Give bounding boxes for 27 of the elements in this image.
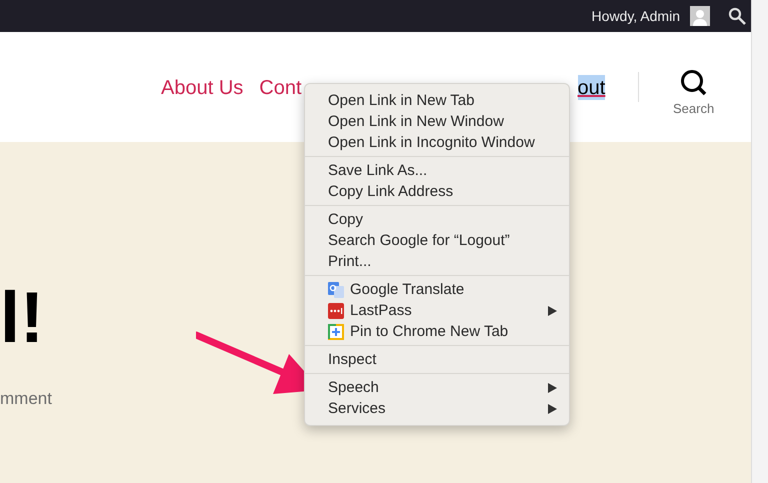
- menu-item[interactable]: Services: [305, 398, 569, 419]
- menu-item[interactable]: Save Link As...: [305, 160, 569, 181]
- admin-greeting[interactable]: Howdy, Admin: [592, 8, 680, 24]
- menu-item[interactable]: Open Link in New Window: [305, 111, 569, 132]
- menu-item[interactable]: Search Google for “Logout”: [305, 230, 569, 251]
- search-icon[interactable]: [728, 7, 746, 25]
- menu-item[interactable]: Print...: [305, 251, 569, 272]
- menu-item[interactable]: Copy: [305, 209, 569, 230]
- menu-item[interactable]: Inspect: [305, 349, 569, 370]
- menu-item[interactable]: Google Translate: [305, 279, 569, 300]
- menu-item[interactable]: Pin to Chrome New Tab: [305, 321, 569, 342]
- scrollbar[interactable]: [751, 0, 768, 483]
- post-heading: l!: [0, 282, 44, 354]
- nav-link[interactable]: Cont: [259, 74, 302, 100]
- menu-item[interactable]: LastPass: [305, 300, 569, 321]
- translate-icon: [328, 282, 344, 298]
- search-label[interactable]: Search: [673, 100, 714, 116]
- menu-item[interactable]: Open Link in Incognito Window: [305, 132, 569, 153]
- plus-icon: [328, 324, 344, 340]
- menu-item[interactable]: Copy Link Address: [305, 181, 569, 202]
- nav-link[interactable]: About Us: [161, 74, 244, 100]
- search-icon[interactable]: [680, 68, 708, 96]
- nav-link[interactable]: out: [578, 74, 606, 100]
- comment-link[interactable]: mment: [0, 389, 52, 409]
- menu-item[interactable]: Open Link in New Tab: [305, 90, 569, 111]
- menu-item[interactable]: Speech: [305, 377, 569, 398]
- lastpass-icon: [328, 302, 344, 318]
